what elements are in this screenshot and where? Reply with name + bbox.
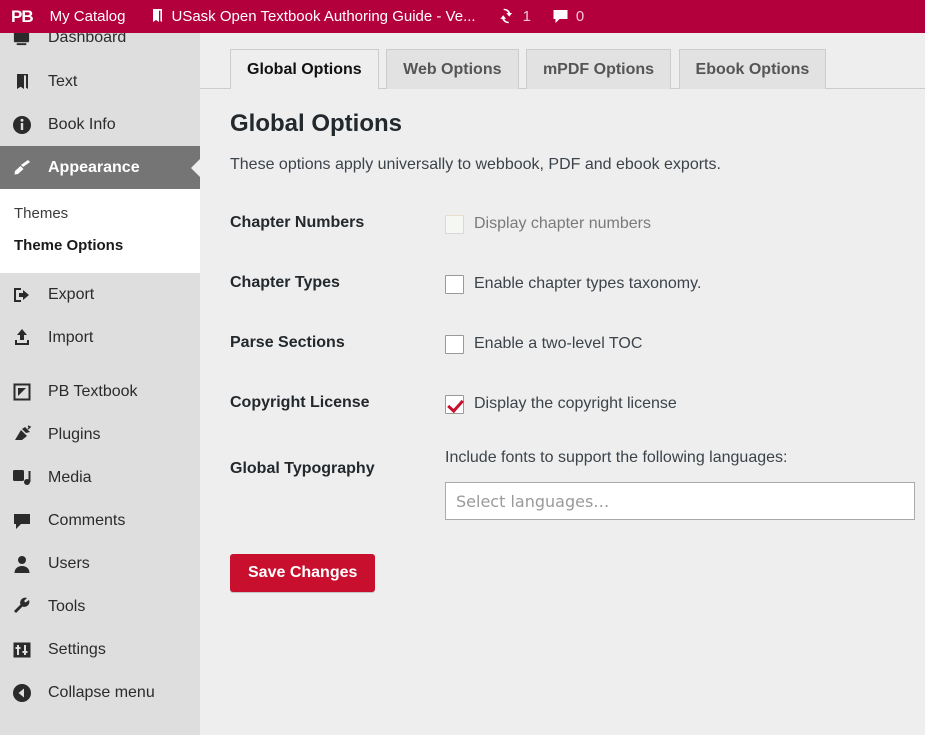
row-label: Copyright License bbox=[230, 394, 370, 411]
row-label: Chapter Types bbox=[230, 274, 340, 291]
select-languages-placeholder: Select languages… bbox=[456, 491, 610, 511]
updates-link[interactable]: 1 bbox=[485, 0, 540, 33]
tab-label: Ebook Options bbox=[695, 61, 810, 78]
tab-label: Web Options bbox=[403, 61, 502, 78]
sidebar-item-pb-textbook[interactable]: PB Textbook bbox=[0, 370, 200, 413]
form-row-parse-sections: Parse Sections Enable a two-level TOC bbox=[230, 314, 925, 374]
sidebar-item-tools[interactable]: Tools bbox=[0, 585, 200, 628]
book-icon bbox=[12, 70, 38, 94]
tab-global-options[interactable]: Global Options bbox=[230, 49, 379, 90]
checkbox-label: Display chapter numbers bbox=[474, 215, 651, 232]
sidebar-item-settings[interactable]: Settings bbox=[0, 628, 200, 671]
my-catalog-link[interactable]: My Catalog bbox=[41, 0, 135, 33]
updates-count: 1 bbox=[522, 8, 531, 25]
sidebar-item-text[interactable]: Text bbox=[0, 60, 200, 103]
save-changes-button[interactable]: Save Changes bbox=[230, 554, 376, 592]
sidebar-item-appearance[interactable]: Appearance bbox=[0, 146, 200, 189]
chapter-types-checkbox-row[interactable]: Enable chapter types taxonomy. bbox=[445, 274, 915, 294]
submenu-item-label: Theme Options bbox=[14, 237, 124, 254]
sidebar-item-users[interactable]: Users bbox=[0, 542, 200, 585]
textbook-icon bbox=[12, 380, 38, 404]
copyright-license-checkbox-row[interactable]: Display the copyright license bbox=[445, 394, 915, 414]
sidebar-item-label: Tools bbox=[48, 597, 86, 615]
sidebar-item-themes[interactable]: Themes bbox=[0, 198, 200, 230]
sidebar-item-import[interactable]: Import bbox=[0, 316, 200, 359]
tab-ebook-options[interactable]: Ebook Options bbox=[678, 49, 827, 89]
sidebar-item-label: Collapse menu bbox=[48, 683, 155, 701]
copyright-license-checkbox[interactable] bbox=[445, 395, 464, 414]
paintbrush-icon bbox=[12, 156, 38, 180]
form-row-chapter-numbers: Chapter Numbers Display chapter numbers bbox=[230, 194, 925, 254]
tab-label: Global Options bbox=[247, 61, 362, 78]
collapse-arrow-icon bbox=[12, 681, 38, 705]
plug-icon bbox=[12, 423, 38, 447]
sidebar-item-label: Appearance bbox=[48, 158, 140, 176]
tab-web-options[interactable]: Web Options bbox=[386, 49, 519, 89]
sidebar-item-label: Settings bbox=[48, 640, 106, 658]
sidebar-divider bbox=[0, 359, 200, 370]
row-label: Parse Sections bbox=[230, 334, 345, 351]
comments-link[interactable]: 0 bbox=[540, 0, 593, 33]
pressbooks-logo-icon[interactable]: PB bbox=[0, 0, 41, 33]
import-arrow-icon bbox=[12, 326, 38, 350]
sliders-icon bbox=[12, 638, 38, 662]
book-title-link[interactable]: USask Open Textbook Authoring Guide - Ve… bbox=[139, 0, 485, 33]
form-row-chapter-types: Chapter Types Enable chapter types taxon… bbox=[230, 254, 925, 314]
export-arrow-icon bbox=[12, 283, 38, 307]
wrench-icon bbox=[12, 595, 38, 619]
book-icon bbox=[148, 8, 165, 25]
info-circle-icon bbox=[12, 113, 38, 137]
parse-sections-checkbox[interactable] bbox=[445, 335, 464, 354]
admin-sidebar: Dashboard Text Book Info Appearance Them… bbox=[0, 0, 200, 735]
comment-bubble-icon bbox=[12, 509, 38, 533]
select-languages-input[interactable]: Select languages… bbox=[445, 482, 915, 520]
sidebar-item-label: Plugins bbox=[48, 425, 101, 443]
sidebar-item-label: Import bbox=[48, 328, 94, 346]
form-row-global-typography: Global Typography Include fonts to suppo… bbox=[230, 434, 925, 540]
sidebar-item-label: Users bbox=[48, 554, 90, 572]
sidebar-item-media[interactable]: Media bbox=[0, 456, 200, 499]
checkbox-label: Enable a two-level TOC bbox=[474, 335, 643, 352]
global-options-panel: Global Options These options apply unive… bbox=[200, 109, 925, 592]
page-title: Global Options bbox=[230, 110, 402, 137]
typography-heading: Include fonts to support the following l… bbox=[445, 449, 788, 466]
comment-bubble-icon bbox=[552, 8, 569, 25]
chapter-numbers-checkbox[interactable] bbox=[445, 215, 464, 234]
sidebar-item-label: Media bbox=[48, 468, 92, 486]
sidebar-item-plugins[interactable]: Plugins bbox=[0, 413, 200, 456]
submenu-item-label: Themes bbox=[14, 205, 69, 222]
tab-label: mPDF Options bbox=[542, 61, 655, 78]
form-row-copyright-license: Copyright License Display the copyright … bbox=[230, 374, 925, 434]
parse-sections-checkbox-row[interactable]: Enable a two-level TOC bbox=[445, 334, 915, 354]
sidebar-item-theme-options[interactable]: Theme Options bbox=[0, 230, 200, 262]
sidebar-item-label: Export bbox=[48, 285, 95, 303]
checkbox-label: Enable chapter types taxonomy. bbox=[474, 275, 702, 292]
sidebar-item-label: Book Info bbox=[48, 115, 116, 133]
comments-count: 0 bbox=[575, 8, 585, 25]
page-description: These options apply universally to webbo… bbox=[230, 156, 721, 173]
content-area: Global Options Web Options mPDF Options … bbox=[200, 33, 925, 735]
sidebar-item-export[interactable]: Export bbox=[0, 273, 200, 316]
checkbox-label: Display the copyright license bbox=[474, 395, 677, 412]
my-catalog-label: My Catalog bbox=[49, 8, 126, 25]
book-title-label: USask Open Textbook Authoring Guide - Ve… bbox=[171, 8, 476, 25]
update-refresh-icon bbox=[499, 8, 516, 25]
sidebar-item-book-info[interactable]: Book Info bbox=[0, 103, 200, 146]
sidebar-item-comments[interactable]: Comments bbox=[0, 499, 200, 542]
appearance-submenu: Themes Theme Options bbox=[0, 189, 200, 273]
collapse-menu-button[interactable]: Collapse menu bbox=[0, 671, 200, 714]
sidebar-item-label: Comments bbox=[48, 511, 126, 529]
user-icon bbox=[12, 552, 38, 576]
chapter-numbers-checkbox-row[interactable]: Display chapter numbers bbox=[445, 214, 915, 234]
options-tab-bar: Global Options Web Options mPDF Options … bbox=[200, 33, 925, 90]
row-label: Chapter Numbers bbox=[230, 214, 365, 231]
tab-mpdf-options[interactable]: mPDF Options bbox=[525, 49, 672, 89]
admin-bar: PB My Catalog USask Open Textbook Author… bbox=[0, 0, 925, 33]
chapter-types-checkbox[interactable] bbox=[445, 275, 464, 294]
options-form-table: Chapter Numbers Display chapter numbers … bbox=[230, 194, 925, 540]
sidebar-item-label: Text bbox=[48, 72, 78, 90]
sidebar-item-label: PB Textbook bbox=[48, 382, 138, 400]
row-label: Global Typography bbox=[230, 460, 375, 477]
media-icon bbox=[12, 466, 38, 490]
